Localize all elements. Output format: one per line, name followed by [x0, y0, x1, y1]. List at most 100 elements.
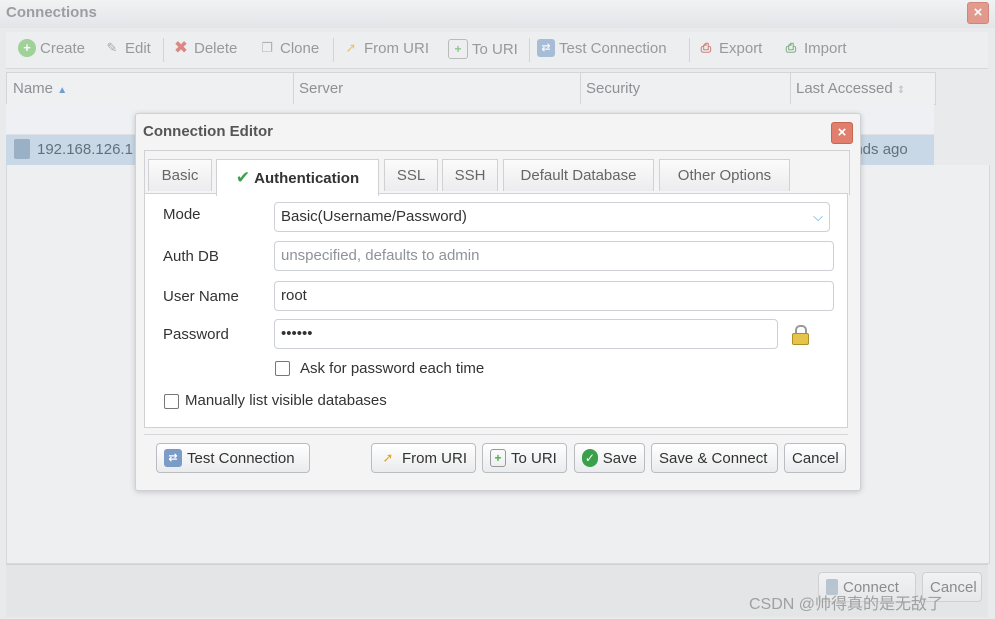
import-uri-icon: ➚	[382, 450, 394, 465]
ask-password-checkbox[interactable]	[275, 361, 290, 376]
dialog-title: Connection Editor	[143, 123, 273, 140]
pencil-icon: ✎	[106, 40, 118, 55]
export-uri-icon: +	[448, 39, 468, 59]
username-input[interactable]: root	[274, 281, 834, 311]
delete-x-icon: ✖	[173, 38, 189, 57]
column-last-accessed-label: Last Accessed	[796, 80, 893, 97]
column-divider[interactable]	[580, 73, 581, 104]
watermark: CSDN @帅得真的是无敌了	[749, 596, 944, 613]
column-divider[interactable]	[293, 73, 294, 104]
from-uri-button[interactable]: ➚ From URI	[371, 443, 476, 473]
save-label: Save	[602, 449, 637, 467]
ask-password-label: Ask for password each time	[300, 360, 485, 377]
clone-button[interactable]: ❐ Clone	[258, 39, 319, 57]
connections-title-bar	[0, 0, 995, 28]
test-connection-label: Test Connection	[187, 449, 295, 467]
column-divider[interactable]	[790, 73, 791, 104]
connections-window-title: Connections	[6, 4, 97, 21]
toolbar: + Create ✎ Edit ✖ Delete ❐ Clone ➚ From …	[6, 32, 988, 69]
export-icon: ⎙	[700, 40, 712, 55]
tab-ssh[interactable]: SSH	[442, 159, 498, 191]
dialog-footer: ⇄ Test Connection ➚ From URI + To URI ✓ …	[144, 434, 848, 481]
test-connection-button[interactable]: ⇄ Test Connection	[156, 443, 310, 473]
to-uri-button[interactable]: + To URI	[448, 39, 518, 59]
create-label: Create	[40, 39, 86, 57]
sort-both-icon: ⇕	[896, 85, 906, 96]
delete-button[interactable]: ✖ Delete	[172, 39, 237, 57]
tab-label: Other Options	[677, 167, 772, 184]
test-connection-button[interactable]: ⇄ Test Connection	[537, 39, 667, 57]
authentication-panel: Mode Basic(Username/Password) ⌵ Auth DB …	[144, 193, 848, 428]
save-connect-button[interactable]: Save & Connect	[651, 443, 778, 473]
tab-label: SSH	[454, 167, 486, 184]
edit-button[interactable]: ✎ Edit	[103, 39, 151, 57]
tab-label: Default Database	[520, 167, 637, 184]
to-uri-label: To URI	[472, 40, 518, 58]
username-label: User Name	[163, 288, 239, 305]
column-header-security[interactable]: Security	[586, 80, 640, 97]
authdb-input[interactable]: unspecified, defaults to admin	[274, 241, 834, 271]
export-uri-icon: +	[490, 449, 506, 467]
network-test-icon: ⇄	[164, 449, 182, 467]
manual-dbs-label: Manually list visible databases	[185, 392, 387, 409]
export-label: Export	[719, 39, 763, 57]
mode-label: Mode	[163, 206, 201, 223]
grid-header: Name ▲ Server Security Last Accessed ⇕	[6, 72, 936, 105]
tab-default-database[interactable]: Default Database	[503, 159, 654, 191]
lock-icon[interactable]	[791, 325, 809, 345]
toolbar-divider	[689, 38, 690, 62]
database-icon	[14, 139, 30, 159]
export-button[interactable]: ⎙ Export	[697, 39, 763, 57]
from-uri-button[interactable]: ➚ From URI	[342, 39, 429, 57]
mode-select[interactable]: Basic(Username/Password) ⌵	[274, 202, 830, 232]
tab-label: SSL	[396, 167, 426, 184]
column-header-last-accessed[interactable]: Last Accessed ⇕	[796, 80, 905, 97]
save-button[interactable]: ✓ Save	[574, 443, 645, 473]
manual-dbs-checkbox[interactable]	[164, 394, 179, 409]
connection-editor-dialog: Connection Editor × Basic ✔ Authenticati…	[135, 113, 861, 491]
check-circle-icon: ✓	[582, 449, 598, 467]
import-label: Import	[804, 39, 847, 57]
clone-label: Clone	[280, 39, 320, 57]
copy-icon: ❐	[261, 40, 273, 55]
tab-label: Authentication	[254, 169, 360, 187]
column-header-server[interactable]: Server	[299, 80, 343, 97]
toolbar-divider	[163, 38, 164, 62]
column-header-name[interactable]: Name ▲	[13, 80, 67, 97]
tab-label: Basic	[161, 167, 199, 184]
tab-bar: Basic ✔ Authentication SSL SSH Default D…	[144, 150, 850, 196]
cancel-button[interactable]: Cancel	[784, 443, 846, 473]
network-test-icon: ⇄	[537, 39, 555, 57]
from-uri-label: From URI	[364, 39, 429, 57]
save-connect-label: Save & Connect	[659, 449, 768, 467]
import-icon: ⎙	[785, 40, 797, 55]
delete-label: Delete	[194, 39, 238, 57]
import-uri-icon: ➚	[345, 40, 357, 55]
mode-value: Basic(Username/Password)	[281, 208, 467, 225]
tab-authentication[interactable]: ✔ Authentication	[216, 159, 379, 196]
toolbar-divider	[333, 38, 334, 62]
create-button[interactable]: + Create	[18, 39, 85, 57]
tab-ssl[interactable]: SSL	[384, 159, 438, 191]
password-label: Password	[163, 326, 229, 343]
row-name-cell: 192.168.126.1	[37, 141, 133, 158]
close-icon[interactable]: ×	[967, 2, 989, 24]
tab-other-options[interactable]: Other Options	[659, 159, 790, 191]
toolbar-divider	[529, 38, 530, 62]
test-connection-label: Test Connection	[559, 39, 667, 57]
plus-circle-icon: +	[18, 39, 36, 57]
sort-asc-icon: ▲	[57, 85, 68, 96]
password-input[interactable]: ••••••	[274, 319, 778, 349]
column-name-label: Name	[13, 80, 54, 97]
chevron-down-icon: ⌵	[813, 209, 823, 224]
checkmark-icon: ✔	[235, 168, 251, 187]
edit-label: Edit	[125, 39, 151, 57]
authdb-label: Auth DB	[163, 248, 219, 265]
from-uri-label: From URI	[402, 449, 467, 467]
close-icon[interactable]: ×	[831, 122, 853, 144]
import-button[interactable]: ⎙ Import	[782, 39, 847, 57]
to-uri-label: To URI	[511, 449, 557, 467]
to-uri-button[interactable]: + To URI	[482, 443, 567, 473]
tab-basic[interactable]: Basic	[148, 159, 212, 191]
cancel-label: Cancel	[792, 449, 839, 467]
